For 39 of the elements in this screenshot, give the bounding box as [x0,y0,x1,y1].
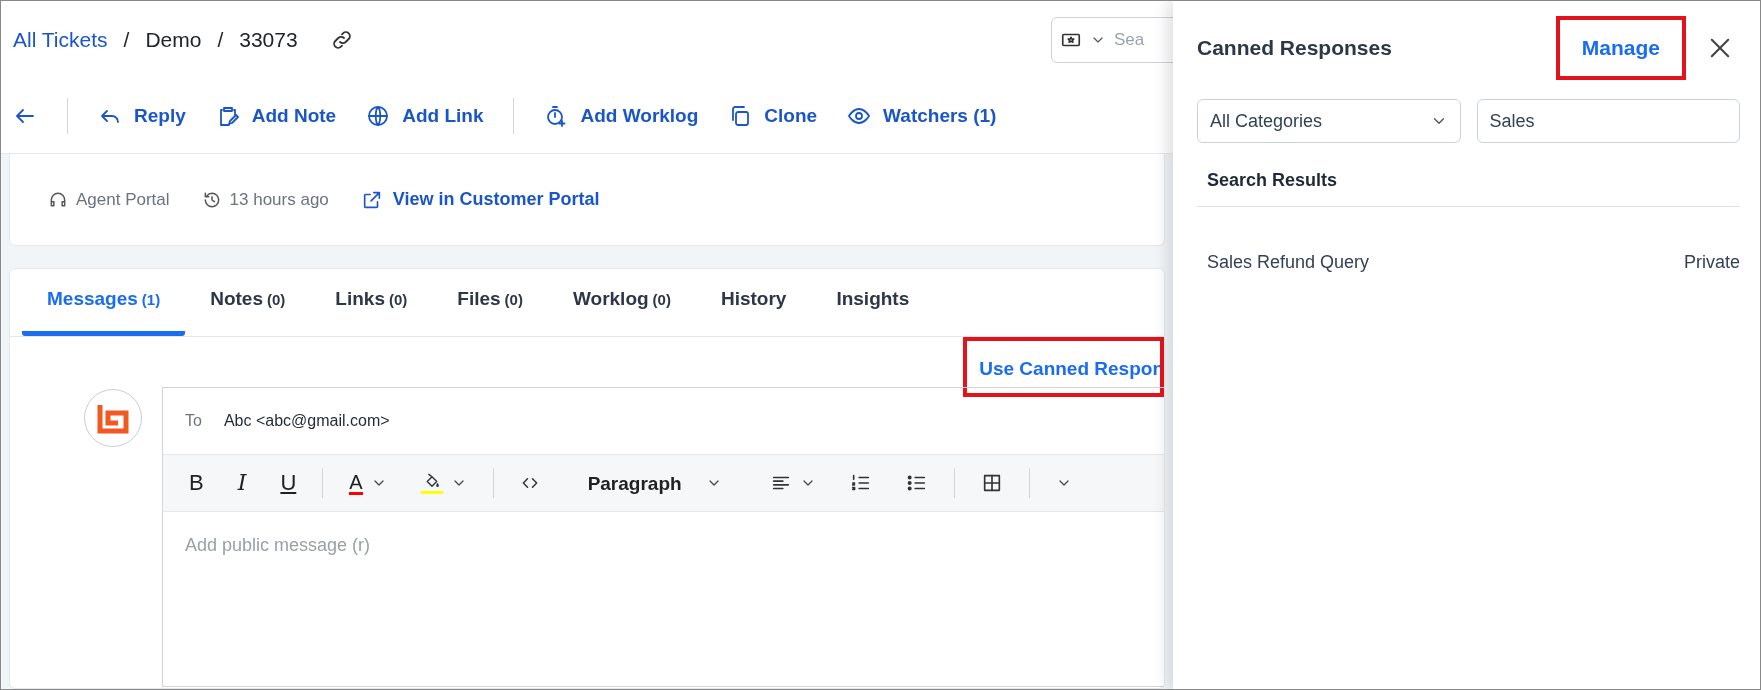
breadcrumb-item: Demo [145,27,202,54]
time-label: 13 hours ago [229,188,329,211]
search-input[interactable]: Sea [1114,27,1158,53]
visibility-label: Private [1683,251,1740,274]
tab[interactable]: Messages (1) [22,267,186,336]
search-field[interactable]: Sales [1476,99,1740,143]
breadcrumb-link[interactable]: All Tickets [13,24,108,56]
breadcrumb-separator: / [217,27,224,54]
globe-icon [366,104,391,129]
results-heading: Search Results [1197,143,1740,207]
tab[interactable]: Files (0) [432,267,548,336]
source-label: Agent Portal [76,188,170,211]
tab[interactable]: Links (0) [310,267,433,336]
logo-icon [97,402,129,435]
recipient: Abc <abc@gmail.com> [223,411,390,432]
underline-button[interactable]: U [266,468,311,499]
to-label: To [185,411,202,432]
toolbar-button[interactable]: Add Note [215,102,337,131]
font-color-button[interactable]: A [335,467,401,499]
customer-portal-link[interactable]: View in Customer Portal [360,186,600,214]
tab[interactable]: Worklog (0) [547,267,696,336]
tab[interactable]: Insights [811,267,935,336]
toolbar-button[interactable]: Clone [728,102,818,131]
italic-button[interactable]: I [223,468,261,499]
toolbar-button[interactable]: Add Worklog [544,102,699,131]
bold-button[interactable]: B [175,468,218,499]
toolbar-button[interactable]: Watchers (1) [847,102,997,131]
manage-link[interactable]: Manage [1555,16,1686,80]
category-dropdown[interactable]: All Categories [1197,99,1461,143]
breadcrumb-separator: / [123,27,130,54]
toolbar-button[interactable]: Add Link [366,102,484,131]
toolbar-button[interactable]: Reply [98,102,186,131]
paragraph-dropdown[interactable]: Paragraph [573,469,736,497]
tab[interactable]: Notes (0) [185,267,311,336]
breadcrumb-item: 33073 [239,27,298,54]
panel-title: Canned Responses [1197,35,1392,62]
search-field[interactable]: Sea [1051,17,1173,64]
result-name[interactable]: Sales Refund Query [1207,249,1370,276]
tab[interactable]: History [695,267,812,336]
